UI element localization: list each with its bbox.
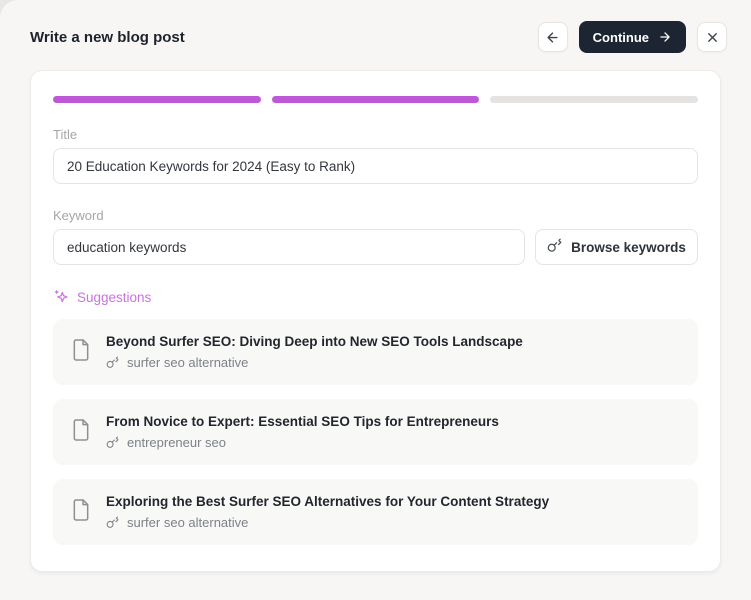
arrow-right-icon: [660, 32, 670, 42]
suggestion-title: From Novice to Expert: Essential SEO Tip…: [106, 414, 499, 429]
file-icon: [71, 498, 91, 527]
suggestion-item[interactable]: Beyond Surfer SEO: Diving Deep into New …: [53, 319, 698, 385]
suggestion-keyword: surfer seo alternative: [127, 515, 249, 530]
suggestion-item[interactable]: Exploring the Best Surfer SEO Alternativ…: [53, 479, 698, 545]
close-icon: [707, 32, 717, 42]
key-icon: [106, 516, 119, 528]
title-input[interactable]: [53, 148, 698, 184]
keyword-label: Keyword: [53, 208, 104, 223]
modal-header: Write a new blog post Continue: [0, 0, 751, 54]
suggestion-keyword: surfer seo alternative: [127, 355, 249, 370]
suggestion-title: Exploring the Best Surfer SEO Alternativ…: [106, 494, 550, 509]
continue-button-label: Continue: [592, 29, 649, 45]
keyword-row: Browse keywords: [53, 229, 698, 265]
key-icon: [547, 238, 562, 256]
suggestion-title: Beyond Surfer SEO: Diving Deep into New …: [106, 334, 523, 349]
browse-keywords-button[interactable]: Browse keywords: [535, 229, 698, 265]
file-icon: [71, 418, 91, 447]
step-progress-bar: [53, 96, 699, 103]
browse-keywords-label: Browse keywords: [571, 239, 686, 255]
suggestions-heading-label: Suggestions: [77, 289, 152, 305]
key-icon: [106, 436, 119, 448]
suggestions-heading: Suggestions: [53, 289, 698, 305]
back-button[interactable]: [537, 22, 568, 52]
arrow-left-icon: [547, 31, 558, 43]
close-button[interactable]: [697, 22, 727, 52]
title-label: Title: [53, 127, 78, 142]
blog-post-form-card: Title Keyword Browse keywords Suggestion…: [30, 70, 721, 572]
progress-segment-2: [271, 96, 480, 103]
continue-button[interactable]: Continue: [578, 21, 686, 53]
progress-segment-1: [53, 96, 261, 103]
page-background: Write a new blog post Continue Title Key…: [0, 0, 751, 600]
sparkles-icon: [54, 290, 68, 303]
suggestion-item[interactable]: From Novice to Expert: Essential SEO Tip…: [53, 399, 698, 465]
page-title: Write a new blog post: [30, 28, 185, 46]
key-icon: [106, 356, 119, 368]
header-actions: Continue: [537, 21, 727, 53]
suggestion-keyword: entrepreneur seo: [127, 435, 227, 450]
file-icon: [71, 338, 91, 367]
keyword-input[interactable]: [53, 229, 525, 265]
progress-segment-3: [490, 96, 699, 103]
